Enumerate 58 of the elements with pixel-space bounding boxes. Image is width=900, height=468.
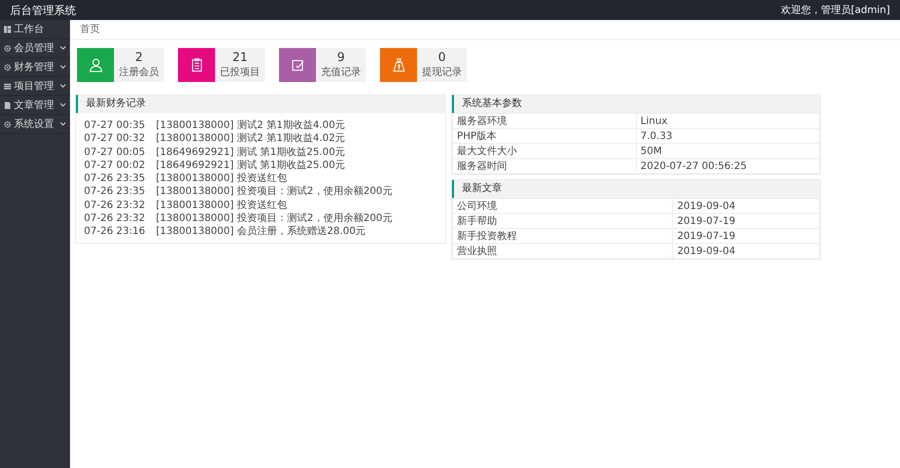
clipboard-icon — [190, 58, 204, 72]
list-icon — [4, 82, 11, 90]
breadcrumb[interactable]: 首页 — [70, 20, 900, 40]
record-text: [18649692921] 测试 第1期收益25.00元 — [156, 158, 346, 172]
edit-icon — [290, 58, 304, 72]
table-cell: 营业执照 — [452, 244, 673, 258]
record-time: 07-27 00:35 — [84, 119, 146, 132]
dashboard-icon — [4, 26, 11, 32]
stat-value: 9 — [337, 51, 345, 65]
record-text: [13800138000] 投资送红包 — [156, 198, 287, 212]
gear-icon — [4, 44, 11, 52]
record-text: [13800138000] 测试2 第1期收益4.00元 — [156, 119, 346, 132]
table-cell: 服务器时间 — [452, 158, 636, 174]
money-bag-icon — [392, 58, 406, 72]
table-cell: 2020-07-27 00:56:25 — [636, 158, 820, 174]
user-menu[interactable]: 欢迎您，管理员[admin] — [780, 3, 890, 17]
panel-header: 最新文章 — [452, 180, 820, 198]
record-time: 07-26 23:35 — [84, 185, 146, 199]
record-text: [13800138000] 测试2 第1期收益4.02元 — [156, 132, 346, 146]
table-cell: 新手投资教程 — [452, 228, 673, 244]
record-time: 07-26 23:16 — [84, 225, 146, 239]
gear-icon — [4, 64, 11, 70]
record-time: 07-26 23:32 — [84, 198, 146, 212]
record-text: [13800138000] 会员注册，系统赠送28.00元 — [156, 225, 366, 239]
stat-label: 提现记录 — [422, 66, 462, 79]
panel-header: 最新财务记录 — [76, 95, 445, 113]
stat-value: 21 — [232, 51, 248, 65]
stat-label: 充值记录 — [321, 66, 361, 79]
table-cell: 公司环境 — [452, 198, 673, 214]
panel-header: 系统基本参数 — [452, 95, 820, 113]
table-cell: 2019-09-04 — [672, 198, 820, 214]
table-cell: Linux — [636, 114, 820, 128]
table-cell: 2019-07-19 — [672, 214, 820, 228]
stat-label: 已投项目 — [220, 66, 260, 79]
table-cell: 最大文件大小 — [452, 144, 636, 158]
table-cell: 50M — [636, 144, 820, 158]
record-time: 07-26 23:35 — [84, 172, 146, 186]
user-icon — [88, 58, 102, 72]
record-text: [18649692921] 测试 第1期收益25.00元 — [156, 146, 346, 159]
table-cell: 2019-07-19 — [672, 228, 820, 244]
table-cell: 2019-09-04 — [672, 244, 820, 258]
app-title: 后台管理系统 — [10, 2, 76, 18]
table-cell: PHP版本 — [452, 128, 636, 144]
record-text: [13800138000] 投资送红包 — [156, 172, 287, 186]
record-time: 07-27 00:02 — [84, 158, 146, 172]
record-time: 07-27 00:32 — [84, 132, 146, 146]
table-cell: 新手帮助 — [452, 214, 673, 228]
document-icon — [4, 102, 11, 108]
record-text: [13800138000] 投资项目：测试2，使用余额200元 — [156, 212, 392, 226]
stat-value: 2 — [135, 51, 143, 65]
record-text: [13800138000] 投资项目：测试2，使用余额200元 — [156, 185, 392, 199]
stat-label: 注册会员 — [119, 66, 159, 79]
record-time: 07-26 23:32 — [84, 212, 146, 226]
stat-value: 0 — [438, 51, 446, 65]
record-time: 07-27 00:05 — [84, 146, 146, 159]
table-cell: 7.0.33 — [636, 128, 820, 144]
gear-icon — [4, 120, 11, 128]
table-cell: 服务器环境 — [452, 114, 636, 128]
